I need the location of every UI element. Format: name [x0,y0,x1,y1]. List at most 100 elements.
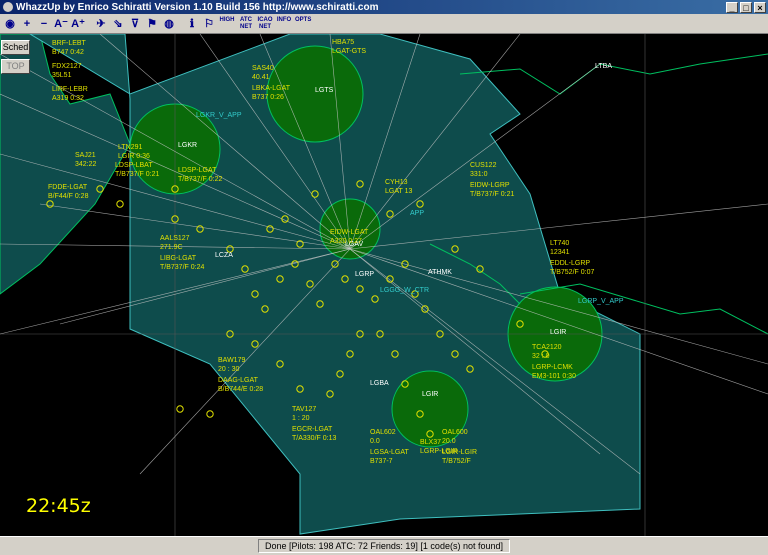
icao-net-button[interactable]: ICAO NET [257,17,273,31]
flight-label-route: T/A330/F 0:13 [292,435,336,442]
flight-label-callsign: CYH13 [385,179,408,186]
globe-icon[interactable]: ◉ [3,17,17,31]
flight-label-route: LGIR 0:36 [118,153,150,160]
map-canvas[interactable]: LGTS LGKR_V_APP LGKR LGRP_V_APP LGIR LTBA LCZA… [0,33,768,536]
station-label: LGTS [315,87,334,94]
flights-icon[interactable]: ⚐ [202,17,216,31]
flight-label-callsign: LIRF-LEBR [52,86,88,93]
flight-label-callsign: FDDE-LGAT [48,184,88,191]
flight-label-callsign: LIBG-LGAT [160,255,197,262]
flight-label-route: 331:0 [470,171,488,178]
flight-label-callsign: TCA2120 [532,344,562,351]
flight-label-callsign: LT740 [550,240,569,247]
station-label: LGKR_V_APP [196,112,242,119]
flight-label-route: 0.0 [370,438,380,445]
sched-button[interactable]: Sched [1,40,30,55]
zoom-in-icon[interactable]: + [20,17,34,31]
app-icon [3,2,13,12]
window-titlebar: WhazzUp by Enrico Schiratti Version 1.10… [0,0,768,14]
flag-icon[interactable]: ⚑ [145,17,159,31]
flight-label-callsign: LDSP-LBAT [115,162,153,169]
flight-label-route: 271.9C [160,244,183,251]
flight-label-route: T/B752/F [442,458,471,465]
station-label: ATHMK [428,269,452,276]
flight-label-callsign: EIDW-LGRP [470,182,510,189]
flight-label-callsign: EGCR-LGAT [292,426,333,433]
flight-label-route: 12341 [550,249,570,256]
toolbar: ◉ + − A⁻ A⁺ ✈ ⇘ ⊽ ⚑ ◍ ℹ ⚐ HIGH ATC NET ICAO NET INFO OPT… [0,14,768,34]
flight-label-route: A320 0:27 [330,238,362,245]
station-label: LGIR [422,391,438,398]
high-button[interactable]: HIGH [219,17,235,31]
flight-label-callsign: FDX2127 [52,63,82,70]
station-label: LGKR [178,142,197,149]
font-larger-icon[interactable]: A⁺ [71,17,85,31]
airplane-icon[interactable]: ✈ [94,17,108,31]
flight-label-route: 35L51 [52,72,72,79]
flight-label-route: 20 : 30 [218,366,240,373]
world-icon[interactable]: ◍ [162,17,176,31]
flight-label-callsign: EIDW-LGAT [330,229,369,236]
flight-label-callsign: DAAG-LGAT [218,377,259,384]
flight-label-callsign: TAV127 [292,406,316,413]
flight-label-callsign: BRF-LEBT [52,40,87,47]
station-label: LGBA [370,380,389,387]
flight-label-callsign: LGRP-LCMK [532,364,573,371]
flight-label-route: 32 : 0 [532,353,550,360]
flight-label-route: T/B737/F 0:21 [470,191,514,198]
info-icon[interactable]: ℹ [185,17,199,31]
font-smaller-icon[interactable]: A⁻ [54,17,68,31]
flight-label-route: B737 0:26 [252,94,284,101]
opts-button[interactable]: OPTS [295,17,311,31]
flight-label-route: T/B737/F 0:24 [160,264,204,271]
status-text: Done [Pilots: 198 ATC: 72 Friends: 19] [… [258,539,510,553]
flight-label-callsign: OAL600 [442,429,468,436]
flight-label-callsign: LGSA-LGAT [370,449,409,456]
top-button[interactable]: TOP [1,59,30,74]
filter-icon[interactable]: ⊽ [128,17,142,31]
window-title: WhazzUp by Enrico Schiratti Version 1.10… [16,1,379,13]
flight-label-route: B737-7 [370,458,393,465]
flight-label-route: 40.41 [252,74,270,81]
close-button[interactable]: × [754,1,766,13]
station-label: LGRP_V_APP [578,298,624,305]
flight-label-route: T/B737/F 0:22 [178,176,222,183]
station-label: APP [410,210,424,217]
station-label: LGRP [355,271,374,278]
station-label: LTBA [595,63,612,70]
flight-label-route: A319 0:32 [52,95,84,102]
flight-label-route: LGRP-LGIR [420,448,458,455]
flight-label-route: LGAT 13 [385,188,412,195]
flight-label-callsign: LTN291 [118,144,142,151]
flight-label-route: T/B737/F 0:21 [115,171,159,178]
flight-label-callsign: HBA75 [332,39,354,46]
atc-net-button[interactable]: ATC NET [238,17,254,31]
flight-label-route: B/F44/F 0:28 [48,193,89,200]
flight-label-route: 1 : 20 [292,415,310,422]
info-button[interactable]: INFO [276,17,292,31]
zoom-out-icon[interactable]: − [37,17,51,31]
status-bar: Done [Pilots: 198 ATC: 72 Friends: 19] [… [0,536,768,555]
flight-label-callsign: LBKA-LGAT [252,85,291,92]
flight-label-callsign: BAW179 [218,357,245,364]
utc-clock: 22:45z [26,495,91,517]
flight-label-route: LGAT-GTS [332,48,366,55]
flight-label-callsign: BLX37 [420,439,441,446]
route-icon[interactable]: ⇘ [111,17,125,31]
flight-label-callsign: OAL602 [370,429,396,436]
flight-label-route: 20.0 [442,438,456,445]
minimize-button[interactable]: _ [726,1,738,13]
flight-label-callsign: CUS122 [470,162,497,169]
maximize-button[interactable]: □ [740,1,752,13]
station-label: LCZA [215,252,233,259]
station-label: LGGG_W_CTR [380,287,429,294]
flight-label-route: T/B752/F 0:07 [550,269,594,276]
flight-label-callsign: AALS127 [160,235,190,242]
flight-label-callsign: SAS40 [252,65,274,72]
flight-label-route: B747 0:42 [52,49,84,56]
station-label: LGIR [550,329,566,336]
flight-label-callsign: LDSP-LGAT [178,167,217,174]
flight-label-route: B/B744/E 0:28 [218,386,263,393]
radar-map[interactable]: LGTS LGKR_V_APP LGKR LGRP_V_APP LGIR LTBA LCZA… [0,33,768,536]
flight-label-callsign: EDDL-LGRP [550,260,590,267]
